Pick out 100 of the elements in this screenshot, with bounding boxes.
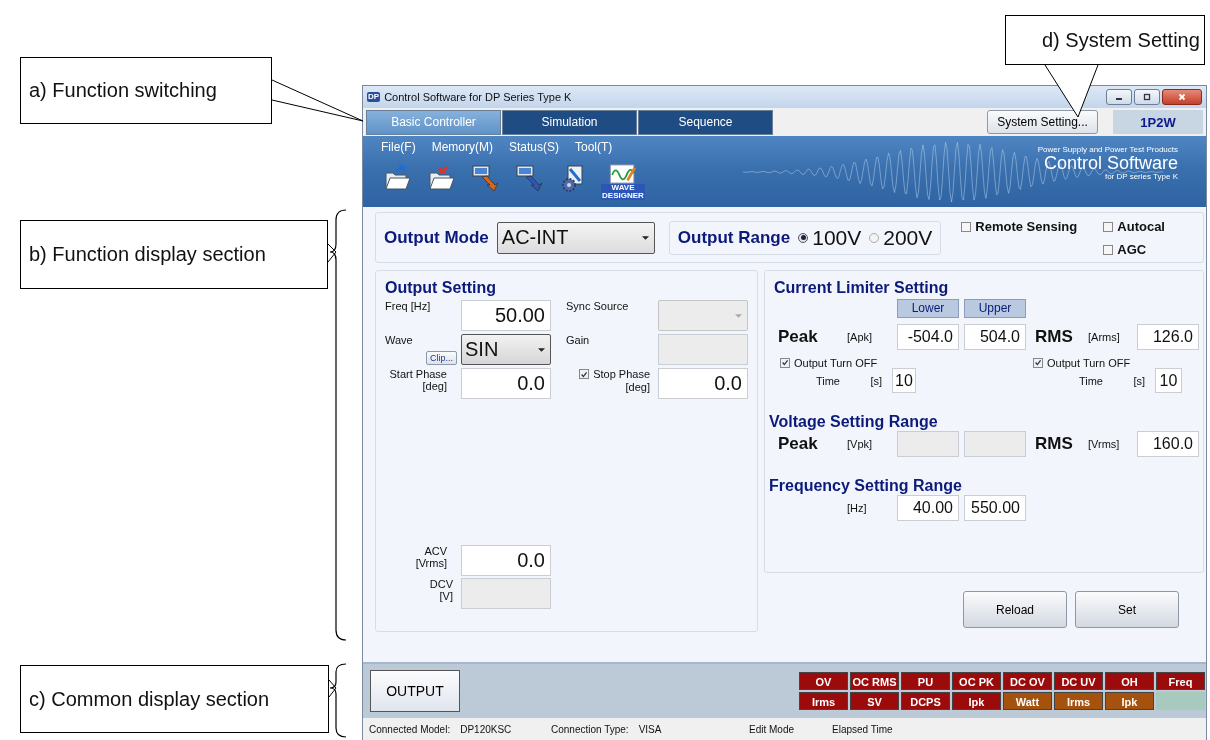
unit-label: [Hz] [847,502,868,514]
unit-label: [V] [439,590,453,602]
section-title: Current Limiter Setting [774,279,950,297]
column-header: Lower [897,299,959,318]
status-label: Connected Model: [369,723,451,735]
field-label: Output Mode [384,227,489,248]
status-label: Connection Type: [551,723,629,735]
monitor-arrow-icon[interactable] [513,162,545,194]
brand-tagline: Power Supply and Power Test Products [1037,145,1178,154]
alarm-indicator: Watt [1003,692,1052,710]
radio-button[interactable] [798,232,809,243]
checkbox[interactable]: Stop Phase [579,368,650,380]
radio-label[interactable]: 100V [812,225,862,250]
callout-pointer [328,679,337,698]
field-label: Freq [Hz] [385,300,432,312]
input-field[interactable]: 504.0 [964,324,1026,350]
unit-label: [s] [1132,374,1146,387]
caret-icon [735,313,742,318]
status-label: Edit Mode [749,723,795,735]
input-field[interactable]: 50.00 [461,300,551,331]
action-button[interactable]: Set [1075,591,1179,628]
section-title: Frequency Setting Range [769,477,963,495]
unit-label: [Vpk] [847,438,874,450]
input-field[interactable]: 40.00 [897,495,959,521]
check-icon [580,369,589,379]
system-setting-button[interactable]: System Setting... [987,110,1098,134]
menu-item[interactable]: File(F) [381,140,416,154]
monitor-arrow-icon[interactable] [469,162,501,194]
checkbox[interactable]: Output Turn OFF [1033,356,1131,369]
column-header: Upper [964,299,1026,318]
section-title: Voltage Setting Range [769,413,939,431]
close-button[interactable] [1162,89,1202,105]
alarm-indicator: OV [799,672,848,690]
menu-item[interactable]: Tool(T) [575,140,613,154]
dropdown[interactable]: SIN [461,334,551,365]
input-field[interactable]: 0.0 [658,368,748,399]
window-title: Control Software for DP Series Type K [384,91,573,103]
row-label: Peak [777,434,819,454]
field-label: Gain [566,334,591,346]
field-label: ACV [424,545,447,557]
input-field[interactable]: 0.0 [461,368,551,399]
check-icon [781,358,789,367]
alarm-indicator: PU [901,672,950,690]
callout-box: b) Function display section [20,220,328,289]
minimize-button[interactable] [1106,89,1132,105]
output-button[interactable]: OUTPUT [370,670,460,712]
wiring-label: 1P2W [1113,110,1203,134]
alarm-indicator: Ipk [952,692,1001,710]
menu-item[interactable]: Status(S) [509,140,559,154]
maximize-button[interactable] [1134,89,1160,105]
tab[interactable]: Simulation [502,109,637,135]
alarm-indicator: DCPS [901,692,950,710]
action-button[interactable]: Reload [963,591,1067,628]
status-value: DP120KSC [460,723,512,735]
input-field[interactable]: -504.0 [897,324,959,350]
unit-label: [Vrms] [1088,438,1121,450]
alarm-indicator: OC RMS [850,672,899,690]
alarm-indicator: Ipk [1105,692,1154,710]
callout-pointer [327,243,337,263]
field-label: Sync Source [566,300,630,312]
field-label: Time [814,374,840,387]
radio-label[interactable]: 200V [883,225,933,250]
alarm-indicator: OC PK [952,672,1001,690]
checkbox[interactable]: AGC [1103,242,1165,257]
alarm-indicator: OH [1105,672,1154,690]
field-label: Wave [385,334,414,346]
field-label: Time [1077,374,1103,387]
field-label: DCV [429,578,453,590]
callout-pointer [1044,64,1099,118]
row-label: Peak [777,327,819,347]
input-field[interactable]: 160.0 [1137,431,1199,457]
alarm-indicator: DC UV [1054,672,1103,690]
alarm-indicator: Irms [799,692,848,710]
field-label: Output Range [677,227,791,248]
caret-icon [538,347,545,352]
alarm-indicator: DC OV [1003,672,1052,690]
empty-indicator [1156,692,1205,710]
input-field[interactable]: 10 [892,368,916,393]
alarm-indicator: SV [850,692,899,710]
checkbox[interactable]: Autocal [1103,219,1165,234]
clip-button[interactable]: Clip... [426,351,457,365]
checkbox[interactable]: Remote Sensing [961,219,1104,234]
input-field[interactable]: 550.00 [964,495,1026,521]
maximize-icon [1142,92,1152,102]
close-icon [1177,92,1187,102]
check-icon [1034,358,1042,367]
unit-label: [Apk] [847,331,874,343]
radio-button[interactable] [869,232,880,243]
dropdown[interactable]: AC-INT [496,221,655,254]
tab[interactable]: Sequence [638,109,773,135]
status-value: VISA [638,723,662,735]
menu-item[interactable]: Memory(M) [431,140,493,154]
input-field[interactable]: 10 [1155,368,1182,393]
checkbox[interactable]: Output Turn OFF [780,356,878,369]
input-field[interactable]: 0.0 [461,545,551,576]
unit-label: [Vrms] [415,557,447,569]
unit-label: [s] [869,374,883,387]
caret-icon [641,235,649,240]
input-field[interactable]: 126.0 [1137,324,1199,350]
alarm-indicator: Freq [1156,672,1205,690]
